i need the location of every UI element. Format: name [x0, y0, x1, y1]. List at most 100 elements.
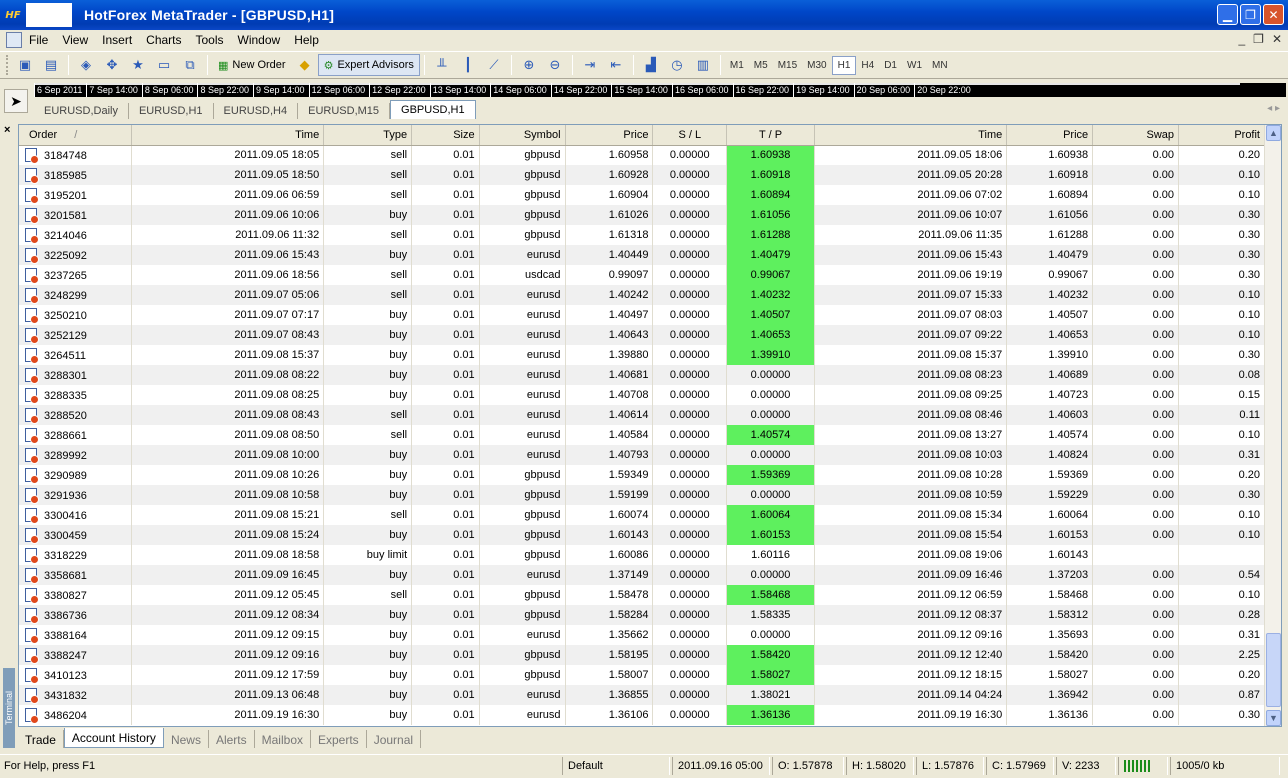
table-row[interactable]: 3358681 2011.09.09 16:45 buy 0.01 eurusd 1.37… — [19, 565, 1265, 585]
zoom-in-icon[interactable]: ⊕ — [518, 54, 540, 76]
profiles-icon[interactable]: ▤ — [40, 54, 62, 76]
scrollbar-thumb[interactable] — [1266, 633, 1281, 707]
data-window-icon[interactable]: ✥ — [101, 54, 123, 76]
timeframe-w1[interactable]: W1 — [902, 57, 927, 74]
mdi-close-icon[interactable]: ✕ — [1272, 32, 1282, 46]
table-row[interactable]: 3289992 2011.09.08 10:00 buy 0.01 eurusd 1.40… — [19, 445, 1265, 465]
column-swap[interactable]: Swap — [1092, 125, 1180, 146]
minimize-icon[interactable]: ▁ — [1217, 4, 1238, 25]
timeframe-m30[interactable]: M30 — [802, 57, 831, 74]
table-row[interactable]: 3288661 2011.09.08 08:50 sell 0.01 eurusd 1.4… — [19, 425, 1265, 445]
chart-tab-gbpusd-h1[interactable]: GBPUSD,H1 — [390, 100, 476, 119]
column-close-time[interactable]: Time — [814, 125, 1008, 146]
market-watch-icon[interactable]: ◈ — [75, 54, 97, 76]
chart-tab-eurusd-m15[interactable]: EURUSD,M15 — [298, 103, 391, 119]
table-row[interactable]: 3431832 2011.09.13 06:48 buy 0.01 eurusd 1.36… — [19, 685, 1265, 705]
mdi-restore-icon[interactable]: ❐ — [1253, 32, 1264, 46]
periods-icon[interactable]: ◷ — [666, 54, 688, 76]
navigator-icon[interactable]: ★ — [127, 54, 149, 76]
menu-file[interactable]: File — [22, 33, 55, 47]
table-row[interactable]: 3300459 2011.09.08 15:24 buy 0.01 gbpusd 1.60… — [19, 525, 1265, 545]
terminal-close-icon[interactable]: × — [4, 124, 10, 136]
autoscroll-icon[interactable]: ⇥ — [579, 54, 601, 76]
tab-account-history[interactable]: Account History — [63, 728, 164, 748]
table-row[interactable]: 3291936 2011.09.08 10:58 buy 0.01 gbpusd 1.59… — [19, 485, 1265, 505]
timeframe-m1[interactable]: M1 — [725, 57, 749, 74]
column-symbol[interactable]: Symbol — [479, 125, 566, 146]
column-size[interactable]: Size — [411, 125, 480, 146]
scroll-down-icon[interactable]: ▼ — [1266, 710, 1281, 726]
tab-journal[interactable]: Journal — [367, 730, 422, 748]
bar-chart-icon[interactable]: ╨ — [431, 54, 453, 76]
new-chart-icon[interactable]: ▣ — [14, 54, 36, 76]
table-row[interactable]: 3248299 2011.09.07 05:06 sell 0.01 eurusd 1.4… — [19, 285, 1265, 305]
table-row[interactable]: 3214046 2011.09.06 11:32 sell 0.01 gbpusd 1.6… — [19, 225, 1265, 245]
tab-experts[interactable]: Experts — [311, 730, 367, 748]
candlestick-icon[interactable]: ┃ — [457, 54, 479, 76]
table-row[interactable]: 3288301 2011.09.08 08:22 buy 0.01 eurusd 1.40… — [19, 365, 1265, 385]
close-icon[interactable]: ✕ — [1263, 4, 1284, 25]
new-order-button[interactable]: ▦ New Order — [212, 54, 292, 76]
tab-news[interactable]: News — [164, 730, 209, 748]
column-type[interactable]: Type — [323, 125, 413, 146]
table-row[interactable]: 3386736 2011.09.12 08:34 buy 0.01 gbpusd 1.58… — [19, 605, 1265, 625]
tab-scroll-arrows-icon[interactable]: ◂ ▸ — [1267, 103, 1280, 114]
chart-shift-icon[interactable]: ⇤ — [605, 54, 627, 76]
menu-help[interactable]: Help — [287, 33, 326, 47]
table-row[interactable]: 3185985 2011.09.05 18:50 sell 0.01 gbpusd 1.6… — [19, 165, 1265, 185]
timeframe-h1[interactable]: H1 — [831, 55, 857, 75]
terminal-icon[interactable]: ▭ — [153, 54, 175, 76]
mdi-minimize-icon[interactable]: _ — [1238, 32, 1245, 46]
strategy-tester-icon[interactable]: ⧉ — [179, 54, 201, 76]
scroll-up-icon[interactable]: ▲ — [1266, 125, 1281, 141]
column-order[interactable]: Order / — [19, 125, 132, 146]
metaeditor-icon[interactable]: ◆ — [294, 54, 316, 76]
chart-tab-eurusd-daily[interactable]: EURUSD,Daily — [34, 103, 129, 119]
templates-icon[interactable]: ▥ — [692, 54, 714, 76]
menu-window[interactable]: Window — [231, 33, 288, 47]
menu-tools[interactable]: Tools — [189, 33, 231, 47]
table-row[interactable]: 3288520 2011.09.08 08:43 sell 0.01 eurusd 1.4… — [19, 405, 1265, 425]
column-profit[interactable]: Profit — [1178, 125, 1265, 146]
column-sl[interactable]: S / L — [652, 125, 728, 146]
column-time[interactable]: Time — [131, 125, 325, 146]
table-row[interactable]: 3201581 2011.09.06 10:06 buy 0.01 gbpusd 1.61… — [19, 205, 1265, 225]
line-chart-icon[interactable]: ⟋ — [483, 54, 505, 76]
expert-advisors-button[interactable]: ⚙ Expert Advisors — [317, 54, 420, 76]
table-row[interactable]: 3300416 2011.09.08 15:21 sell 0.01 gbpusd 1.6… — [19, 505, 1265, 525]
timeframe-h4[interactable]: H4 — [856, 57, 879, 74]
timeframe-m15[interactable]: M15 — [773, 57, 802, 74]
menu-insert[interactable]: Insert — [95, 33, 139, 47]
table-row[interactable]: 3195201 2011.09.06 06:59 sell 0.01 gbpusd 1.6… — [19, 185, 1265, 205]
chart-tab-eurusd-h4[interactable]: EURUSD,H4 — [214, 103, 299, 119]
tab-mailbox[interactable]: Mailbox — [255, 730, 311, 748]
vertical-scrollbar[interactable]: ▲ ▼ — [1264, 125, 1281, 726]
table-row[interactable]: 3290989 2011.09.08 10:26 buy 0.01 gbpusd 1.59… — [19, 465, 1265, 485]
table-row[interactable]: 3250210 2011.09.07 07:17 buy 0.01 eurusd 1.40… — [19, 305, 1265, 325]
table-row[interactable]: 3264511 2011.09.08 15:37 buy 0.01 eurusd 1.39… — [19, 345, 1265, 365]
toolbar-grip[interactable] — [6, 55, 9, 75]
timeframe-d1[interactable]: D1 — [879, 57, 902, 74]
menu-view[interactable]: View — [55, 33, 95, 47]
indicators-icon[interactable]: ▟ — [640, 54, 662, 76]
restore-icon[interactable]: ❐ — [1240, 4, 1261, 25]
table-row[interactable]: 3388247 2011.09.12 09:16 buy 0.01 gbpusd 1.58… — [19, 645, 1265, 665]
zoom-out-icon[interactable]: ⊖ — [544, 54, 566, 76]
document-menu-icon[interactable] — [6, 32, 22, 48]
timeframe-m5[interactable]: M5 — [749, 57, 773, 74]
table-row[interactable]: 3318229 2011.09.08 18:58 buy limit 0.01 gbpu… — [19, 545, 1265, 565]
table-row[interactable]: 3288335 2011.09.08 08:25 buy 0.01 eurusd 1.40… — [19, 385, 1265, 405]
tab-trade[interactable]: Trade — [18, 730, 64, 748]
timeframe-mn[interactable]: MN — [927, 57, 953, 74]
chart-tab-eurusd-h1[interactable]: EURUSD,H1 — [129, 103, 214, 119]
column-price[interactable]: Price — [565, 125, 654, 146]
table-row[interactable]: 3486204 2011.09.19 16:30 buy 0.01 eurusd 1.36… — [19, 705, 1265, 725]
table-row[interactable]: 3380827 2011.09.12 05:45 sell 0.01 gbpusd 1.5… — [19, 585, 1265, 605]
cursor-arrow-icon[interactable]: ➤ — [4, 89, 28, 113]
table-row[interactable]: 3184748 2011.09.05 18:05 sell 0.01 gbpusd 1.6… — [19, 145, 1265, 165]
table-row[interactable]: 3388164 2011.09.12 09:15 buy 0.01 eurusd 1.35… — [19, 625, 1265, 645]
table-row[interactable]: 3237265 2011.09.06 18:56 sell 0.01 usdcad 0.9… — [19, 265, 1265, 285]
tab-alerts[interactable]: Alerts — [209, 730, 255, 748]
column-tp[interactable]: T / P — [726, 125, 816, 146]
table-row[interactable]: 3252129 2011.09.07 08:43 buy 0.01 eurusd 1.40… — [19, 325, 1265, 345]
